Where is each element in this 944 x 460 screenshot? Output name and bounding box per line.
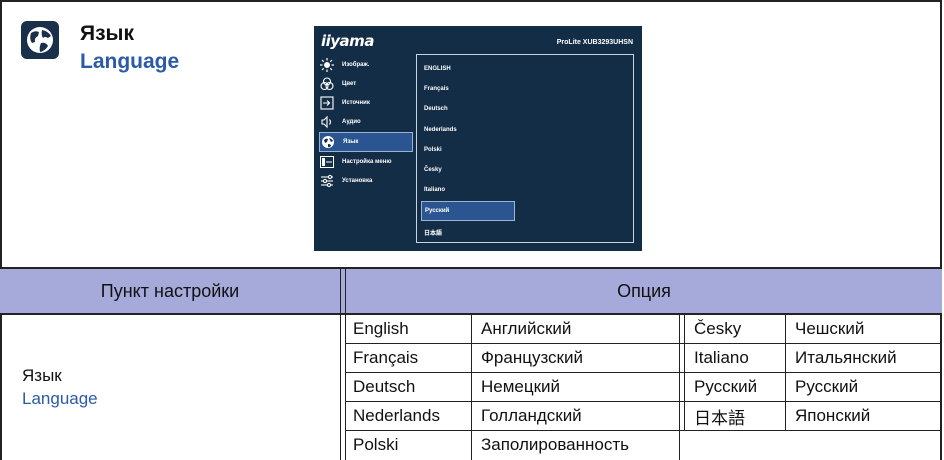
setting-item-label: Язык bbox=[22, 366, 62, 385]
table-cell: Английский bbox=[481, 319, 572, 338]
osd-screenshot: iiyama ProLite XUB3293UHSN Изображ. Цвет… bbox=[314, 26, 642, 251]
table-cell: Deutsch bbox=[353, 377, 416, 396]
osd-menu-label: Аудио bbox=[342, 119, 361, 125]
divider bbox=[345, 401, 942, 402]
language-option[interactable]: Česky bbox=[421, 161, 509, 179]
osd-menu-label: Язык bbox=[343, 139, 359, 145]
table-cell: Русский bbox=[795, 377, 859, 396]
table-cell: Голландский bbox=[481, 406, 582, 425]
osd-menu-label: Настройка меню bbox=[342, 159, 392, 165]
divider bbox=[345, 372, 942, 373]
page-title-ru: Язык bbox=[80, 22, 134, 45]
language-option[interactable]: Nederlands bbox=[421, 121, 509, 139]
divider bbox=[471, 315, 472, 460]
table-cell: Français bbox=[353, 348, 419, 367]
osd-menu-picture[interactable]: Изображ. bbox=[319, 56, 411, 74]
osd-menu-label: Установка bbox=[342, 178, 373, 184]
color-icon bbox=[319, 77, 335, 91]
language-option[interactable]: Deutsch bbox=[421, 100, 509, 118]
model-name: ProLite XUB3293UHSN bbox=[556, 39, 633, 46]
divider bbox=[345, 343, 942, 344]
osd-menu-language[interactable]: Язык bbox=[319, 132, 413, 152]
divider bbox=[345, 430, 942, 431]
osd-menu-label: Источник bbox=[342, 100, 370, 106]
speaker-icon bbox=[319, 115, 335, 129]
osd-menu-audio[interactable]: Аудио bbox=[319, 113, 411, 131]
column-header-option: Опция bbox=[617, 280, 671, 301]
table-cell: English bbox=[353, 319, 409, 338]
table-cell: Итальянский bbox=[795, 348, 897, 367]
globe-icon bbox=[21, 21, 59, 59]
table-cell: Чешский bbox=[795, 319, 865, 338]
menu-settings-icon bbox=[319, 155, 335, 169]
brightness-icon bbox=[319, 58, 335, 72]
table-cell: Французский bbox=[481, 348, 583, 367]
osd-menu-input[interactable]: Источник bbox=[319, 94, 411, 112]
osd-menu-color[interactable]: Цвет bbox=[319, 75, 411, 93]
setting-item-label-en: Language bbox=[22, 389, 98, 408]
table-cell: Русский bbox=[694, 377, 758, 396]
table-cell: Nederlands bbox=[353, 406, 440, 425]
language-option[interactable]: Italiano bbox=[421, 181, 509, 199]
divider bbox=[785, 315, 786, 431]
globe-icon bbox=[320, 135, 336, 149]
language-panel: ENGLISH Français Deutsch Nederlands Pols… bbox=[416, 54, 634, 243]
divider bbox=[345, 267, 346, 460]
divider bbox=[340, 267, 341, 460]
language-option[interactable]: ENGLISH bbox=[421, 60, 509, 78]
page-title-en: Language bbox=[80, 50, 180, 73]
language-option[interactable]: 日本語 bbox=[421, 223, 509, 241]
osd-menu-menu-settings[interactable]: Настройка меню bbox=[319, 153, 411, 171]
input-icon bbox=[319, 96, 335, 110]
table-cell: Немецкий bbox=[481, 377, 561, 396]
table-cell: Заполированность bbox=[481, 435, 630, 454]
table-cell: Polski bbox=[353, 435, 399, 454]
osd-menu-label: Изображ. bbox=[342, 62, 370, 68]
table-header-row: Пункт настройки Опция bbox=[0, 267, 942, 315]
divider bbox=[679, 315, 680, 460]
table-cell: 日本語 bbox=[694, 408, 745, 428]
language-option-selected[interactable]: Русский bbox=[421, 201, 515, 221]
divider bbox=[684, 315, 685, 431]
table-cell: Česky bbox=[694, 319, 742, 338]
setup-sliders-icon bbox=[319, 174, 335, 188]
osd-menu-setup[interactable]: Установка bbox=[319, 172, 411, 190]
language-option[interactable]: Polski bbox=[421, 141, 509, 159]
table-cell: Японский bbox=[795, 406, 871, 425]
column-header-item: Пункт настройки bbox=[100, 280, 240, 301]
table-cell: Italiano bbox=[694, 348, 749, 367]
osd-menu-label: Цвет bbox=[342, 81, 357, 87]
brand-logo: iiyama bbox=[321, 32, 374, 50]
language-option[interactable]: Français bbox=[421, 80, 509, 98]
